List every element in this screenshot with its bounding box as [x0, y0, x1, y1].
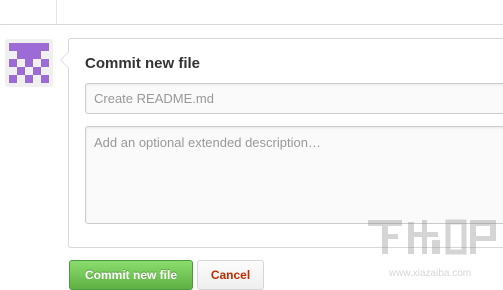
- cancel-button[interactable]: Cancel: [197, 260, 264, 290]
- avatar[interactable]: [5, 39, 53, 87]
- editor-divider: [56, 0, 57, 24]
- commit-description-input[interactable]: [85, 126, 503, 224]
- watermark-url: www.xiazaiba.com: [388, 268, 471, 279]
- file-editor-box: [0, 0, 503, 25]
- speech-arrow-fill: [61, 52, 69, 68]
- commit-form: Commit new file: [60, 38, 503, 248]
- identicon-icon: [9, 43, 49, 83]
- commit-summary-input[interactable]: [85, 83, 503, 114]
- commit-title: Commit new file: [85, 55, 201, 72]
- commit-button[interactable]: Commit new file: [69, 260, 193, 290]
